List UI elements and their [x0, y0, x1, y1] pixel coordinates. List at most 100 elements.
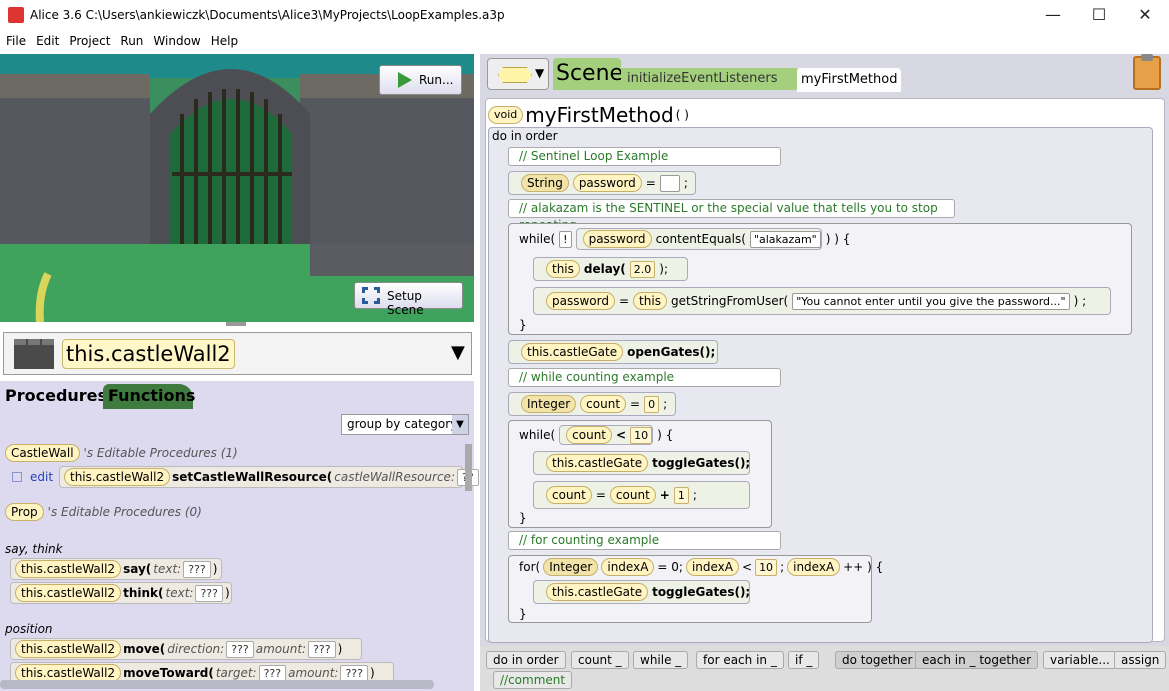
- toggle-gates-stmt-1[interactable]: this.castleGate toggleGates();: [533, 451, 750, 475]
- horizontal-scrollbar[interactable]: [0, 680, 434, 689]
- comment-alakazam[interactable]: // alakazam is the SENTINEL or the speci…: [508, 199, 955, 232]
- run-button[interactable]: Run...: [379, 65, 462, 95]
- type-selector-button[interactable]: ▼: [487, 58, 549, 90]
- number-literal: 1: [673, 486, 689, 504]
- content-equals-expr[interactable]: password contentEquals( "alakazam": [575, 228, 822, 250]
- assign-password-stmt[interactable]: password = this getStringFromUser( "You …: [533, 287, 1111, 315]
- target-pill: this.castleGate: [546, 583, 649, 601]
- declare-count-stmt[interactable]: Integer count = 0 ;: [508, 392, 676, 416]
- object-selector[interactable]: this.castleWall2 ▼: [3, 332, 472, 375]
- category-say-think: say, think: [5, 542, 63, 556]
- comment-for-counting[interactable]: // for counting example: [508, 531, 781, 550]
- declare-password-stmt[interactable]: String password = ;: [508, 171, 696, 195]
- selected-object-name: this.castleWall2: [62, 339, 235, 369]
- this-pill: this: [633, 292, 667, 310]
- comment-while-counting[interactable]: // while counting example: [508, 368, 781, 387]
- var-pill: password: [582, 230, 652, 248]
- menu-edit[interactable]: Edit: [30, 31, 63, 48]
- for-header: for( Integer indexA = 0; indexA < 10 ; i…: [519, 557, 883, 577]
- tab-scene[interactable]: Scene: [553, 58, 623, 90]
- ctrl-variable[interactable]: variable...: [1043, 651, 1117, 669]
- while-keyword: while(: [519, 428, 556, 442]
- set-castle-wall-resource-tile[interactable]: this.castleWall2 setCastleWallResource( …: [59, 466, 479, 488]
- minimize-button[interactable]: —: [1031, 4, 1075, 28]
- op: =: [618, 294, 630, 308]
- menu-file[interactable]: File: [0, 31, 30, 48]
- ctrl-do-in-order[interactable]: do in order: [486, 651, 566, 669]
- tile-value: ???: [226, 640, 254, 658]
- fn-name: contentEquals(: [655, 232, 746, 246]
- dropdown-arrow-icon[interactable]: ▼: [451, 342, 465, 363]
- toggle-gates-stmt-2[interactable]: this.castleGate toggleGates();: [533, 580, 750, 604]
- group-by-value: group by category: [347, 417, 458, 431]
- while-close: ) ) {: [825, 232, 851, 246]
- not-op: !: [559, 230, 572, 248]
- method-parens: ( ): [675, 108, 689, 122]
- setup-scene-button[interactable]: Setup Scene: [354, 282, 463, 317]
- ctrl-each-in-together[interactable]: each in _ together: [915, 651, 1038, 669]
- maximize-button[interactable]: ☐: [1077, 4, 1121, 28]
- var-pill: password: [546, 292, 615, 310]
- chevron-down-icon: ▼: [452, 415, 468, 434]
- target-pill: this.castleGate: [521, 343, 624, 361]
- tile-target: this.castleWall2: [15, 640, 122, 658]
- move-procedure-tile[interactable]: this.castleWall2 move( direction: ??? am…: [10, 638, 362, 660]
- while-close: ) {: [657, 428, 674, 442]
- menu-run[interactable]: Run: [114, 31, 147, 48]
- count-less-than-expr[interactable]: count < 10: [559, 425, 654, 445]
- clipboard-icon[interactable]: [1133, 54, 1161, 90]
- ctrl-do-together[interactable]: do together: [835, 651, 920, 669]
- think-procedure-tile[interactable]: this.castleWall2 think( text: ??? ): [10, 582, 232, 604]
- group-by-select[interactable]: group by category ▼: [341, 414, 469, 435]
- tile-param: direction:: [167, 642, 225, 656]
- menu-project[interactable]: Project: [63, 31, 114, 48]
- while-keyword: while(: [519, 232, 556, 246]
- menu-window[interactable]: Window: [147, 31, 204, 48]
- tab-my-first-method[interactable]: myFirstMethod: [797, 68, 901, 92]
- string-literal: "You cannot enter until you give the pas…: [792, 292, 1070, 310]
- ctrl-if[interactable]: if _: [788, 651, 820, 669]
- op: =: [630, 397, 641, 411]
- splitter-handle[interactable]: [226, 322, 246, 326]
- delay-stmt[interactable]: this delay( 2.0 );: [533, 257, 688, 281]
- fn-name: toggleGates();: [652, 585, 751, 599]
- this-pill: this: [546, 260, 580, 278]
- close-button[interactable]: ✕: [1123, 4, 1167, 28]
- tile-param: text:: [165, 586, 194, 600]
- for-init: = 0;: [657, 560, 683, 574]
- semicolon: ;: [683, 176, 688, 190]
- run-label: Run...: [419, 73, 454, 87]
- tile-close: ): [337, 642, 343, 656]
- tile-close: ): [224, 586, 230, 600]
- ctrl-for-each-in[interactable]: for each in _: [696, 651, 784, 669]
- method-header: void myFirstMethod ( ): [488, 103, 689, 127]
- tab-procedures[interactable]: Procedures: [0, 384, 107, 410]
- op: <: [616, 428, 627, 442]
- open-gates-stmt[interactable]: this.castleGate openGates();: [508, 340, 718, 364]
- edit-link[interactable]: edit: [30, 470, 53, 484]
- folder-icon: [12, 472, 22, 482]
- comment-sentinel[interactable]: // Sentinel Loop Example: [508, 147, 781, 166]
- menu-help[interactable]: Help: [205, 31, 242, 48]
- op: =: [645, 176, 656, 190]
- fn-name: getStringFromUser(: [670, 294, 789, 308]
- say-procedure-tile[interactable]: this.castleWall2 say( text: ??? ): [10, 558, 222, 580]
- tile-method: say(: [123, 562, 152, 576]
- while-1-header: while( ! password contentEquals( "alakaz…: [519, 228, 850, 250]
- op: <: [742, 560, 753, 574]
- tab-initialize-event-listeners[interactable]: initializeEventListeners: [621, 68, 797, 90]
- ctrl-count[interactable]: count _: [571, 651, 629, 669]
- procedures-scrollbar[interactable]: [465, 444, 472, 491]
- increment-count-stmt[interactable]: count = count + 1 ;: [533, 481, 750, 509]
- ctrl-while[interactable]: while _: [633, 651, 689, 669]
- ctrl-comment[interactable]: //comment: [493, 671, 573, 689]
- prop-type-pill: Prop: [5, 503, 44, 521]
- var-pill: indexA: [787, 558, 841, 576]
- ctrl-assign[interactable]: assign: [1114, 651, 1166, 669]
- for-keyword: for(: [519, 560, 541, 574]
- fn-name: delay(: [583, 262, 626, 276]
- java-app-icon: [8, 7, 24, 23]
- semicolon: ;: [663, 397, 668, 411]
- tab-functions[interactable]: Functions: [103, 384, 195, 410]
- var-pill: indexA: [601, 558, 655, 576]
